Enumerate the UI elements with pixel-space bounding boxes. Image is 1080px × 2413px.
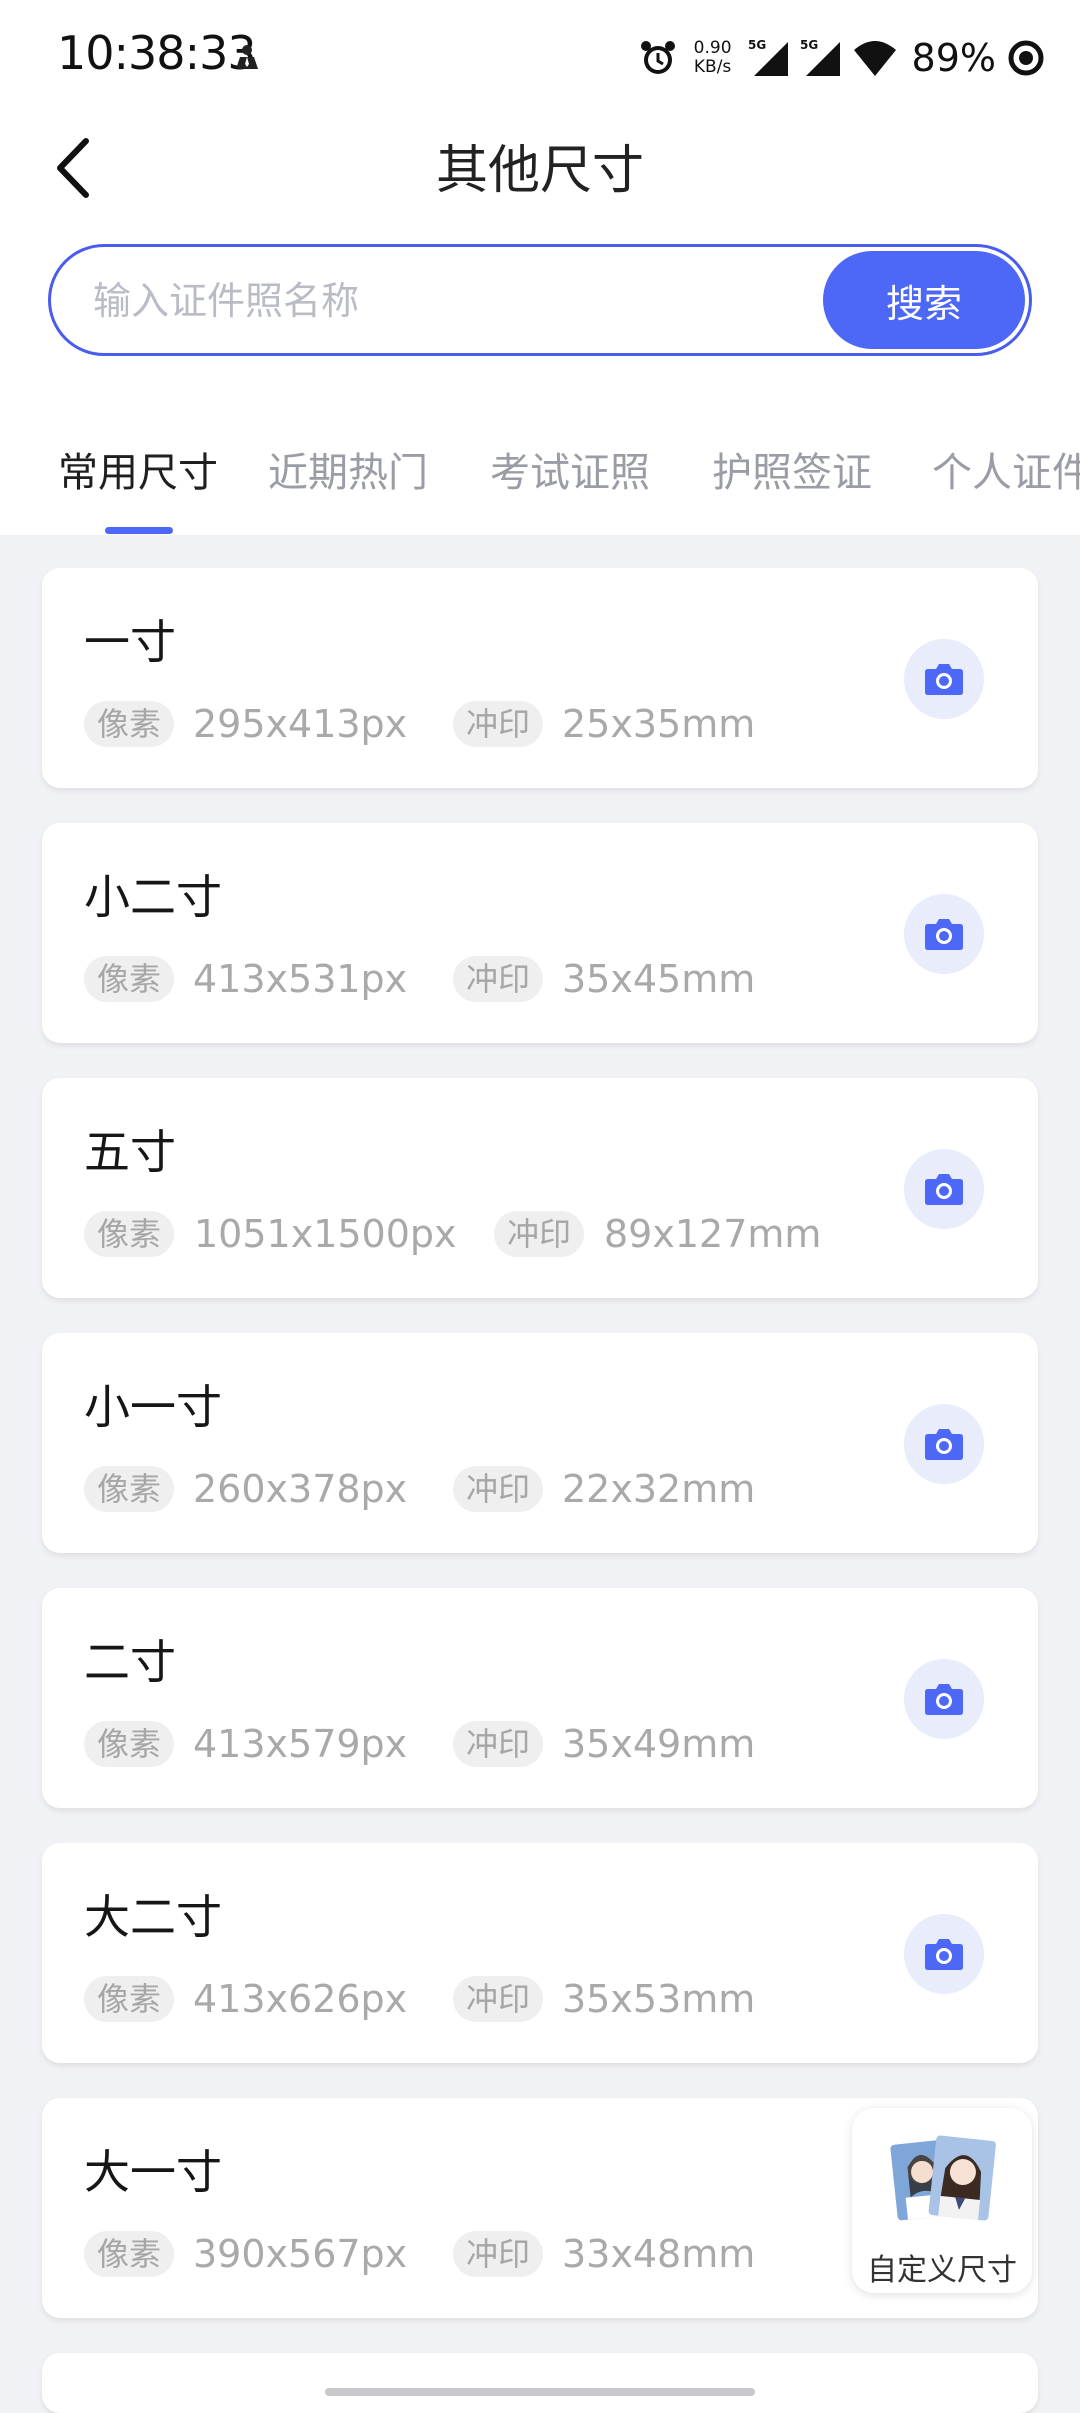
portrait-photos-icon [890, 2135, 996, 2221]
tab-recent-popular[interactable]: 近期热门 [268, 440, 428, 498]
home-indicator[interactable] [325, 2388, 755, 2396]
camera-button[interactable] [904, 1659, 984, 1739]
camera-button[interactable] [904, 894, 984, 974]
pixel-tag: 像素 [84, 1976, 175, 2022]
network-speed-unit: KB/s [693, 57, 732, 77]
print-tag: 冲印 [453, 1721, 544, 1767]
size-card-small-1-inch[interactable]: 小一寸 像素 260x378px 冲印 22x32mm [42, 1333, 1038, 1553]
size-name: 大二寸 [84, 1890, 222, 1944]
pixel-tag: 像素 [84, 1721, 175, 1767]
active-tab-indicator [105, 527, 173, 534]
pixel-dimensions: 413x531px [193, 957, 408, 1001]
account-status-icon [236, 45, 258, 69]
size-name: 小二寸 [84, 870, 222, 924]
signal-label-1: 5G [748, 38, 766, 52]
battery-percentage: 89% [911, 36, 996, 80]
search-input[interactable] [91, 247, 835, 355]
size-name: 一寸 [84, 615, 176, 669]
print-dimensions: 89x127mm [604, 1212, 822, 1256]
category-tabs: 常用尺寸 近期热门 考试证照 护照签证 个人证件 [0, 420, 1080, 535]
size-name: 五寸 [84, 1125, 176, 1179]
custom-size-label: 自定义尺寸 [867, 2253, 1017, 2288]
print-tag: 冲印 [453, 1466, 544, 1512]
signal-5g-icon: 5G [800, 38, 840, 76]
camera-icon [925, 1939, 963, 1970]
status-bar: 10:38:33 0.90 KB/s 5G 5G 89% [0, 0, 1080, 110]
search-button[interactable]: 搜索 [823, 251, 1025, 349]
print-tag: 冲印 [453, 2231, 544, 2277]
page-title: 其他尺寸 [435, 141, 644, 201]
pixel-tag: 像素 [84, 2231, 175, 2277]
size-name: 大一寸 [84, 2145, 222, 2199]
size-card-5-inch[interactable]: 五寸 像素 1051x1500px 冲印 89x127mm [42, 1078, 1038, 1298]
pixel-dimensions: 413x579px [193, 1722, 408, 1766]
print-tag: 冲印 [453, 701, 544, 747]
size-name: 二寸 [84, 1635, 176, 1689]
size-name: 小一寸 [84, 1380, 222, 1434]
print-dimensions: 33x48mm [562, 2232, 756, 2276]
pixel-dimensions: 413x626px [193, 1977, 408, 2021]
tab-exam-photos[interactable]: 考试证照 [490, 440, 650, 498]
pixel-dimensions: 295x413px [193, 702, 408, 746]
print-dimensions: 22x32mm [562, 1467, 756, 1511]
pixel-dimensions: 390x567px [193, 2232, 408, 2276]
pixel-tag: 像素 [84, 1211, 175, 1257]
top-panel: 10:38:33 0.90 KB/s 5G 5G 89% 其他尺寸 输入证件照名… [0, 0, 1080, 535]
pixel-tag: 像素 [84, 956, 175, 1002]
size-card-2-inch[interactable]: 二寸 像素 413x579px 冲印 35x49mm [42, 1588, 1038, 1808]
print-tag: 冲印 [453, 1976, 544, 2022]
camera-icon [925, 1684, 963, 1715]
print-dimensions: 25x35mm [562, 702, 756, 746]
camera-icon [925, 1174, 963, 1205]
network-speed: 0.90 KB/s [694, 39, 732, 77]
pixel-dimensions: 1051x1500px [194, 1212, 457, 1256]
network-speed-value: 0.90 [693, 38, 732, 58]
custom-size-button[interactable]: 自定义尺寸 [852, 2108, 1032, 2293]
size-card-large-2-inch[interactable]: 大二寸 像素 413x626px 冲印 35x53mm [42, 1843, 1038, 2063]
pixel-tag: 像素 [84, 1466, 175, 1512]
camera-icon [925, 664, 963, 695]
status-time: 10:38:33 [57, 26, 257, 80]
camera-button[interactable] [904, 639, 984, 719]
camera-button[interactable] [904, 1404, 984, 1484]
camera-button[interactable] [904, 1149, 984, 1229]
size-card-partial[interactable] [42, 2353, 1038, 2413]
print-tag: 冲印 [494, 1211, 585, 1257]
signal-label-2: 5G [800, 38, 818, 52]
print-dimensions: 35x53mm [562, 1977, 756, 2021]
print-dimensions: 35x49mm [562, 1722, 756, 1766]
tab-personal-id[interactable]: 个人证件 [932, 440, 1080, 498]
signal-5g-icon: 5G [748, 38, 788, 76]
wifi-icon [853, 41, 896, 76]
size-card-small-2-inch[interactable]: 小二寸 像素 413x531px 冲印 35x45mm [42, 823, 1038, 1043]
camera-icon [925, 1429, 963, 1460]
print-dimensions: 35x45mm [562, 957, 756, 1001]
camera-button[interactable] [904, 1914, 984, 1994]
pixel-dimensions: 260x378px [193, 1467, 408, 1511]
size-card-1-inch[interactable]: 一寸 像素 295x413px 冲印 25x35mm [42, 568, 1038, 788]
search-bar: 搜索 [48, 244, 1032, 356]
pixel-tag: 像素 [84, 701, 175, 747]
status-icons: 0.90 KB/s 5G 5G 89% [638, 28, 1046, 88]
camera-icon [925, 919, 963, 950]
tab-passport-visa[interactable]: 护照签证 [712, 440, 872, 498]
print-tag: 冲印 [453, 956, 544, 1002]
tab-common-sizes[interactable]: 常用尺寸 [58, 440, 218, 498]
alarm-icon [640, 41, 675, 74]
battery-ring-icon [1008, 40, 1044, 76]
